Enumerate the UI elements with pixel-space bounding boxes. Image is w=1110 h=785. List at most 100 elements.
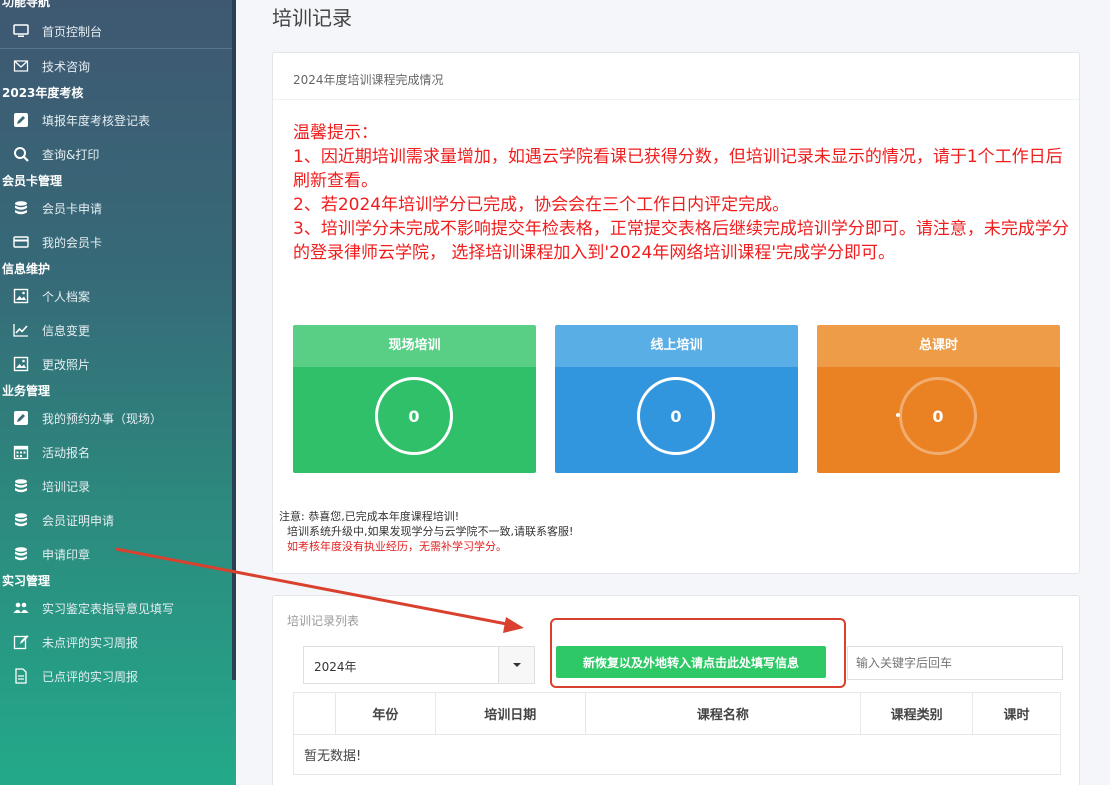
sidebar-section-title: 业务管理 bbox=[2, 384, 51, 398]
stat-value: 0 bbox=[375, 377, 453, 455]
note-line: 培训系统升级中,如果发现学分与云学院不一致,请联系客服! bbox=[287, 525, 574, 538]
notice-item: 1、因近期培训需求量增加，如遇云学院看课已获得分数，但培训记录未显示的情况，请于… bbox=[293, 147, 1063, 191]
sidebar-item[interactable]: 查询&打印 bbox=[0, 137, 232, 171]
search-icon bbox=[12, 146, 30, 162]
sidebar-item-label: 我的会员卡 bbox=[42, 235, 103, 250]
col-header bbox=[293, 692, 336, 735]
table-empty-message: 暂无数据! bbox=[293, 734, 1061, 775]
year-select[interactable]: 2024年 bbox=[303, 646, 535, 684]
main-content: 培训记录 2024年度培训课程完成情况 温馨提示： 1、因近期培训需求量增加，如… bbox=[236, 0, 1110, 785]
database-icon bbox=[12, 512, 30, 528]
stat-online-training: 线上培训 0 bbox=[555, 325, 798, 473]
sidebar-section-title: 信息维护 bbox=[2, 262, 51, 276]
sidebar-section-title: 会员卡管理 bbox=[2, 174, 63, 188]
sidebar-item-label: 首页控制台 bbox=[42, 24, 103, 39]
completion-note: 注意: 恭喜您,已完成本年度课程培训! 培训系统升级中,如果发现学分与云学院不一… bbox=[279, 509, 573, 554]
sidebar-item-label: 信息变更 bbox=[42, 323, 91, 338]
col-header: 培训日期 bbox=[434, 692, 586, 735]
keyword-search-input[interactable] bbox=[847, 646, 1063, 680]
sidebar-item[interactable]: 会员卡申请 bbox=[0, 191, 232, 225]
completion-panel: 2024年度培训课程完成情况 温馨提示： 1、因近期培训需求量增加，如遇云学院看… bbox=[272, 52, 1080, 574]
col-header: 课时 bbox=[972, 692, 1061, 735]
col-header: 年份 bbox=[334, 692, 436, 735]
sidebar-item[interactable]: 培训记录 bbox=[0, 469, 232, 503]
sidebar-item[interactable]: 我的会员卡 bbox=[0, 225, 232, 259]
table-row: 暂无数据! bbox=[293, 734, 1061, 775]
database-icon bbox=[12, 200, 30, 216]
edit-icon bbox=[12, 410, 30, 426]
col-header: 课程类别 bbox=[860, 692, 974, 735]
notice-title: 温馨提示： bbox=[293, 123, 378, 143]
records-panel-title: 培训记录列表 bbox=[287, 614, 360, 628]
sidebar-item[interactable]: 我的预约办事（现场） bbox=[0, 401, 232, 435]
sidebar-item-label: 我的预约办事（现场） bbox=[42, 411, 163, 426]
picture-icon bbox=[12, 288, 30, 304]
stat-value: 0 bbox=[899, 377, 977, 455]
table-header-row: 年份 培训日期 课程名称 课程类别 课时 bbox=[293, 692, 1061, 735]
sidebar-item[interactable]: 填报年度考核登记表 bbox=[0, 103, 232, 137]
sidebar-item-label: 更改照片 bbox=[42, 357, 91, 372]
sidebar-section-title: 实习管理 bbox=[2, 574, 51, 588]
monitor-icon bbox=[12, 23, 30, 39]
users-icon bbox=[12, 600, 30, 616]
stat-onsite-training: 现场培训 0 bbox=[293, 325, 536, 473]
notice-item: 2、若2024年培训学分已完成，协会会在三个工作日内评定完成。 bbox=[293, 195, 790, 215]
sidebar-item[interactable]: 个人档案 bbox=[0, 279, 232, 313]
sidebar-item-label: 查询&打印 bbox=[42, 147, 100, 162]
sidebar-item-label: 会员卡申请 bbox=[42, 201, 103, 216]
sidebar-item-label: 申请印章 bbox=[42, 547, 91, 562]
col-header: 课程名称 bbox=[584, 692, 862, 735]
sidebar-item[interactable]: 更改照片 bbox=[0, 347, 232, 381]
file-icon bbox=[12, 668, 30, 684]
progress-dot bbox=[896, 413, 900, 417]
note-line-warning: 如考核年度没有执业经历，无需补学习学分。 bbox=[287, 540, 507, 553]
database-icon bbox=[12, 546, 30, 562]
edit-icon bbox=[12, 112, 30, 128]
caret-down-icon[interactable] bbox=[498, 647, 534, 683]
sidebar-section-title: 2023年度考核 bbox=[2, 86, 84, 100]
stat-label: 现场培训 bbox=[293, 325, 536, 367]
sidebar-item[interactable]: 申请印章 bbox=[0, 537, 232, 571]
panel-divider bbox=[273, 99, 1079, 100]
note-line: 注意: 恭喜您,已完成本年度课程培训! bbox=[279, 510, 460, 523]
sidebar-item[interactable]: 技术咨询 bbox=[0, 49, 232, 83]
completion-panel-title: 2024年度培训课程完成情况 bbox=[293, 73, 444, 87]
sidebar-item-label: 未点评的实习周报 bbox=[42, 635, 139, 650]
sidebar-item-label: 填报年度考核登记表 bbox=[42, 113, 151, 128]
calendar-icon bbox=[12, 444, 30, 460]
mail-icon bbox=[12, 58, 30, 74]
transfer-info-button[interactable]: 新恢复以及外地转入请点击此处填写信息 bbox=[556, 646, 826, 678]
stat-total-hours: 总课时 0 bbox=[817, 325, 1060, 473]
sidebar-item-label: 已点评的实习周报 bbox=[42, 669, 139, 684]
sidebar-item[interactable]: 会员证明申请 bbox=[0, 503, 232, 537]
chart-line-icon bbox=[12, 322, 30, 338]
records-panel: 培训记录列表 2024年 新恢复以及外地转入请点击此处填写信息 年份 培训日期 … bbox=[272, 595, 1080, 785]
sidebar-item-label: 活动报名 bbox=[42, 445, 91, 460]
stat-value: 0 bbox=[637, 377, 715, 455]
sidebar-item[interactable]: 首页控制台 bbox=[0, 14, 232, 48]
notice-block: 温馨提示： 1、因近期培训需求量增加，如遇云学院看课已获得分数，但培训记录未显示… bbox=[293, 121, 1073, 265]
records-table: 年份 培训日期 课程名称 课程类别 课时 暂无数据! bbox=[293, 692, 1061, 775]
sidebar-item-label: 技术咨询 bbox=[42, 59, 91, 74]
sidebar-item[interactable]: 信息变更 bbox=[0, 313, 232, 347]
sidebar-menu: 首页控制台技术咨询 2023年度考核填报年度考核登记表 查询&打印会员卡管理会员卡申… bbox=[0, 14, 232, 693]
sidebar-section-title: 功能导航 bbox=[2, 0, 51, 9]
picture-icon bbox=[12, 356, 30, 372]
database-icon bbox=[12, 478, 30, 494]
year-select-value: 2024年 bbox=[314, 660, 357, 674]
page-title: 培训记录 bbox=[272, 6, 352, 30]
stat-label: 总课时 bbox=[817, 325, 1060, 367]
sidebar-item[interactable]: 实习鉴定表指导意见填写 bbox=[0, 591, 232, 625]
sidebar-item-label: 个人档案 bbox=[42, 289, 91, 304]
pencil-icon bbox=[12, 634, 30, 650]
sidebar-item-label: 培训记录 bbox=[42, 479, 91, 494]
sidebar-item[interactable]: 活动报名 bbox=[0, 435, 232, 469]
sidebar-item[interactable]: 已点评的实习周报 bbox=[0, 659, 232, 693]
notice-item: 3、培训学分未完成不影响提交年检表格，正常提交表格后继续完成培训学分即可。请注意… bbox=[293, 219, 1069, 263]
card-icon bbox=[12, 234, 30, 250]
sidebar-item[interactable]: 未点评的实习周报 bbox=[0, 625, 232, 659]
sidebar-item-label: 会员证明申请 bbox=[42, 513, 115, 528]
stat-label: 线上培训 bbox=[555, 325, 798, 367]
sidebar: 功能导航 首页控制台技术咨询 2023年度考核填报年度考核登记表 查询&打印会员卡管… bbox=[0, 0, 236, 785]
sidebar-item-label: 实习鉴定表指导意见填写 bbox=[42, 601, 175, 616]
